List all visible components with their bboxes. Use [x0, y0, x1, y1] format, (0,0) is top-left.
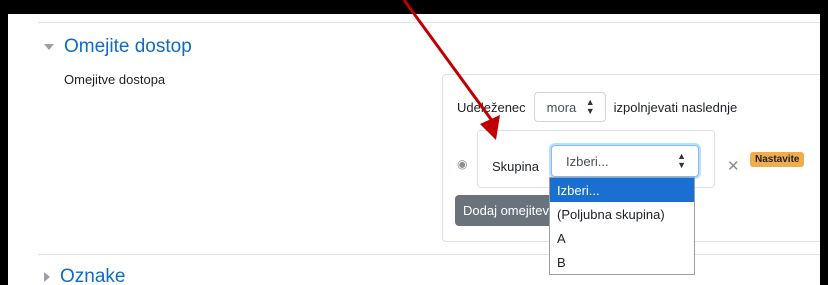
dropdown-option[interactable]: B: [550, 250, 694, 274]
field-label: Omejitve dostopa: [64, 72, 166, 87]
caret-down-icon: [44, 44, 54, 50]
dropdown-option[interactable]: (Poljubna skupina): [550, 202, 694, 226]
must-select[interactable]: mora ▲ ▼: [533, 92, 606, 122]
divider: [38, 22, 820, 23]
group-select-value: Izberi...: [566, 153, 609, 169]
dropdown-option[interactable]: Izberi...: [550, 178, 694, 202]
close-icon[interactable]: ✕: [727, 157, 740, 175]
restriction-prefix: Udeleženec: [457, 99, 526, 115]
select-updown-icon: ▲ ▼: [677, 151, 686, 170]
select-updown-icon: ▲ ▼: [585, 97, 595, 116]
section-title[interactable]: Omejite dostop: [64, 36, 192, 58]
dropdown-option[interactable]: A: [550, 226, 694, 250]
divider: [38, 254, 820, 255]
group-dropdown-list: Izberi... (Poljubna skupina) A B: [549, 177, 695, 275]
caret-right-icon: [44, 272, 50, 282]
restriction-suffix: izpolnjevati naslednje: [613, 99, 738, 115]
must-select-value: mora: [546, 99, 577, 115]
condition-type-label: Skupina: [492, 159, 539, 174]
eye-icon[interactable]: ◉: [457, 157, 467, 171]
required-badge: Nastavite: [750, 152, 805, 167]
section-header-tags[interactable]: Oznake: [44, 266, 125, 285]
add-restriction-button[interactable]: Dodaj omejitev...: [455, 195, 555, 226]
restriction-row: Udeleženec mora ▲ ▼ izpolnjevati naslednj…: [457, 92, 737, 122]
section-title[interactable]: Oznake: [60, 266, 125, 285]
section-header-restrict-access[interactable]: Omejite dostop: [44, 36, 192, 58]
form-frame: Omejite dostop Omejitve dostopa Udeležen…: [8, 14, 820, 285]
group-select[interactable]: Izberi... ▲ ▼: [551, 145, 699, 177]
